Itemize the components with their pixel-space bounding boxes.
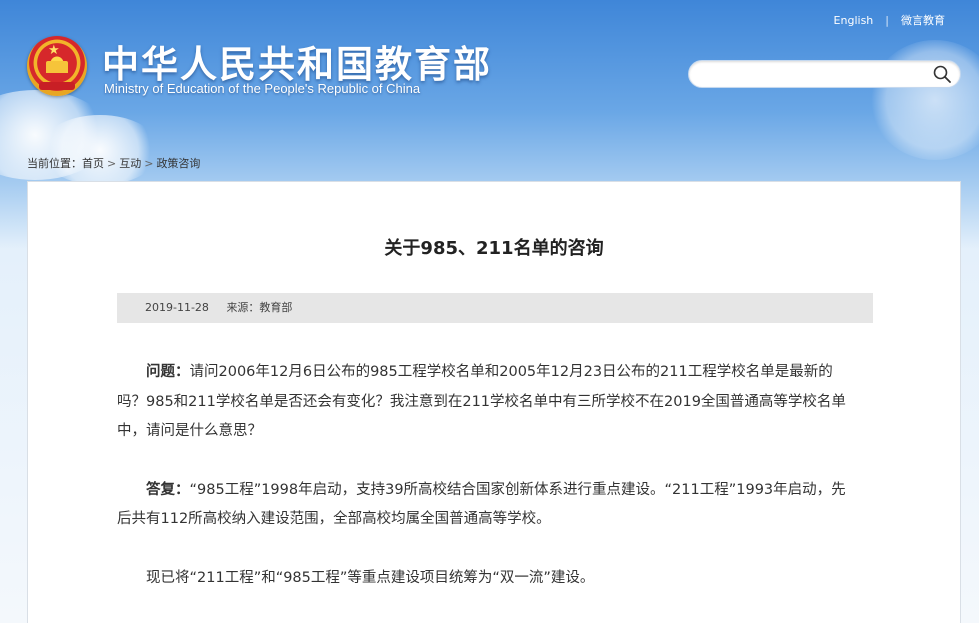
breadcrumb-prefix: 当前位置： xyxy=(27,157,82,170)
chevron-right-icon: > xyxy=(144,157,154,170)
breadcrumb: 当前位置：首页 > 互动 > 政策咨询 xyxy=(27,155,200,171)
search-input[interactable] xyxy=(701,61,936,87)
article-body: 问题：请问2006年12月6日公布的985工程学校名单和2005年12月23日公… xyxy=(117,358,857,593)
answer-text: “985工程”1998年启动，支持39所高校结合国家创新体系进行重点建设。“21… xyxy=(117,481,846,528)
conclusion-paragraph: 现已将“211工程”和“985工程”等重点建设项目统筹为“双一流”建设。 xyxy=(117,564,857,594)
breadcrumb-home[interactable]: 首页 xyxy=(82,157,104,170)
article-meta-bar: 2019-11-28 来源：教育部 xyxy=(117,293,873,323)
article-title: 关于985、211名单的咨询 xyxy=(384,238,604,259)
question-paragraph: 问题：请问2006年12月6日公布的985工程学校名单和2005年12月23日公… xyxy=(117,358,857,447)
article-source: 来源：教育部 xyxy=(226,301,293,314)
breadcrumb-interaction[interactable]: 互动 xyxy=(119,157,141,170)
top-links: English | 微言教育 xyxy=(834,12,945,28)
chevron-right-icon: > xyxy=(107,157,117,170)
question-text: 请问2006年12月6日公布的985工程学校名单和2005年12月23日公布的2… xyxy=(117,364,846,439)
question-label: 问题： xyxy=(146,364,190,380)
dandelion-decoration xyxy=(870,40,979,160)
link-separator: | xyxy=(885,13,889,27)
english-link[interactable]: English xyxy=(834,14,874,27)
article-date: 2019-11-28 xyxy=(145,301,209,314)
weibo-link[interactable]: 微言教育 xyxy=(901,12,945,28)
cloud-decoration xyxy=(40,115,160,185)
search-icon[interactable] xyxy=(932,64,952,84)
search-box xyxy=(688,60,961,88)
conclusion-text: 现已将“211工程”和“985工程”等重点建设项目统筹为“双一流”建设。 xyxy=(146,569,595,586)
answer-paragraph: 答复：“985工程”1998年启动，支持39所高校结合国家创新体系进行重点建设。… xyxy=(117,476,857,535)
breadcrumb-policy-consult[interactable]: 政策咨询 xyxy=(156,157,200,170)
national-emblem-logo: ★ xyxy=(27,36,87,96)
article-panel: 关于985、211名单的咨询 2019-11-28 来源：教育部 问题：请问20… xyxy=(27,181,961,623)
answer-label: 答复： xyxy=(146,481,190,498)
site-subtitle: Ministry of Education of the People's Re… xyxy=(104,81,421,96)
site-title: 中华人民共和国教育部 xyxy=(102,43,492,86)
